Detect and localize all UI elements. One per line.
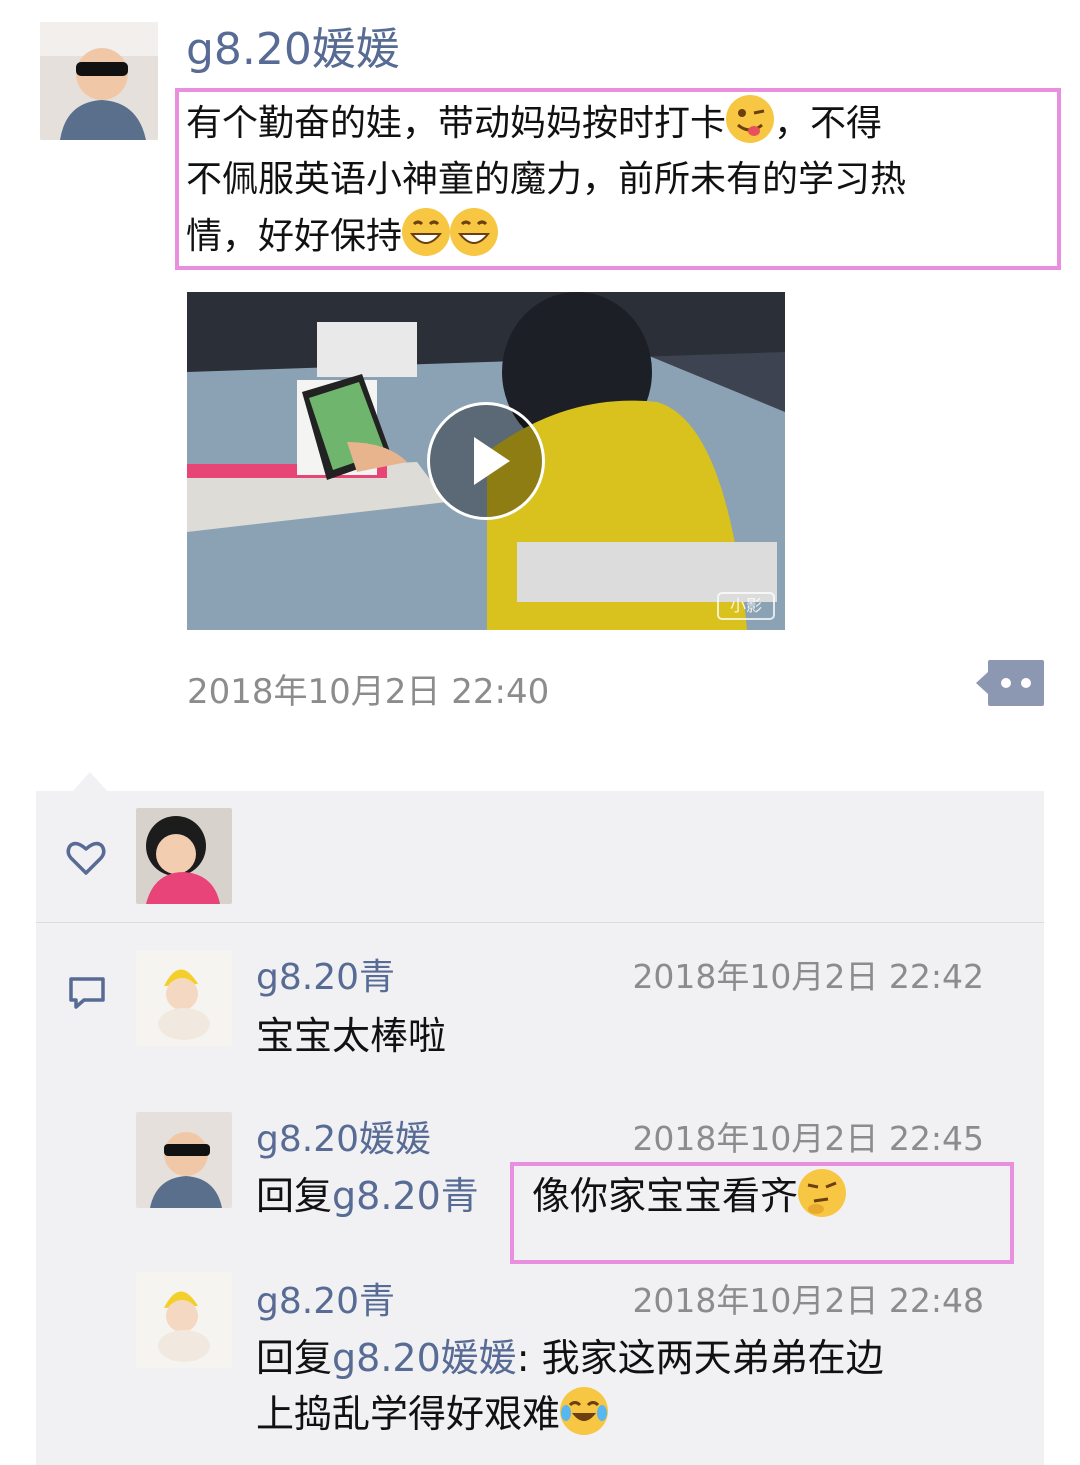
crying-laughing-emoji-icon: [560, 1387, 609, 1435]
comment-icon-wrap: [68, 976, 106, 1014]
grinning-emoji-icon: [450, 208, 499, 256]
post-timestamp: 2018年10月2日 22:40: [187, 672, 550, 712]
comment-author-name[interactable]: g8.20媛媛: [256, 1110, 431, 1162]
comment-text: 像你家宝宝看齐: [532, 1168, 847, 1224]
comment-icon: [69, 977, 105, 1009]
comment-body-line2: 上捣乱学得好艰难: [256, 1392, 561, 1436]
post-text-line2: 不佩服英语小神童的魔力，前所未有的学习热: [186, 159, 907, 200]
reply-prefix: 回复: [256, 1336, 333, 1380]
comment-body-line1: : 我家这两天弟弟在边: [516, 1336, 884, 1380]
grinning-emoji-icon: [402, 208, 451, 256]
panel-pointer: [72, 772, 108, 792]
comment-timestamp: 2018年10月2日 22:48: [632, 1281, 984, 1320]
reply-prefix: 回复: [256, 1174, 333, 1218]
reply-to-name[interactable]: g8.20媛媛: [332, 1336, 517, 1380]
post-text-line1-tail: ，不得: [774, 103, 883, 144]
video-badge: 小影: [717, 592, 775, 620]
comment-author-name[interactable]: g8.20青: [256, 948, 395, 1000]
play-button[interactable]: [427, 402, 545, 520]
like-icon-wrap: [66, 840, 106, 880]
thinking-emoji-icon: [798, 1169, 847, 1217]
comment-body: 像你家宝宝看齐: [532, 1174, 799, 1218]
comment-text: 宝宝太棒啦: [256, 1014, 447, 1058]
comment-author-name[interactable]: g8.20青: [256, 1272, 395, 1324]
reply-to-name[interactable]: g8.20青: [332, 1174, 479, 1218]
comment-timestamp: 2018年10月2日 22:45: [632, 1119, 984, 1158]
commenter-avatar[interactable]: [136, 1272, 232, 1368]
post-text-line1: 有个勤奋的娃，带动妈妈按时打卡: [186, 103, 727, 144]
post-text: 有个勤奋的娃，带动妈妈按时打卡 ，不得 不佩服英语小神童的魔力，前所未有的学习热 …: [186, 95, 1046, 265]
video-badge-label: 小影: [729, 596, 762, 615]
liker-avatar[interactable]: [136, 808, 232, 904]
comment-text: 回复g8.20青: [256, 1168, 479, 1224]
more-dots-icon: [976, 660, 1044, 706]
comment-timestamp: 2018年10月2日 22:42: [632, 957, 984, 996]
post-text-line3: 情，好好保持: [186, 216, 403, 257]
author-avatar[interactable]: [40, 22, 158, 140]
panel-divider: [36, 922, 1044, 923]
heart-icon: [66, 841, 106, 875]
commenter-avatar[interactable]: [136, 950, 232, 1046]
play-icon: [474, 437, 510, 485]
commenter-avatar[interactable]: [136, 1112, 232, 1208]
winking-tongue-emoji-icon: [726, 95, 775, 143]
comment-text: 回复g8.20媛媛: 我家这两天弟弟在边 上捣乱学得好艰难: [256, 1330, 1016, 1442]
video-thumbnail[interactable]: 小影: [187, 292, 785, 630]
more-actions-button[interactable]: [976, 660, 1044, 706]
post-author-name[interactable]: g8.20媛媛: [186, 28, 400, 72]
